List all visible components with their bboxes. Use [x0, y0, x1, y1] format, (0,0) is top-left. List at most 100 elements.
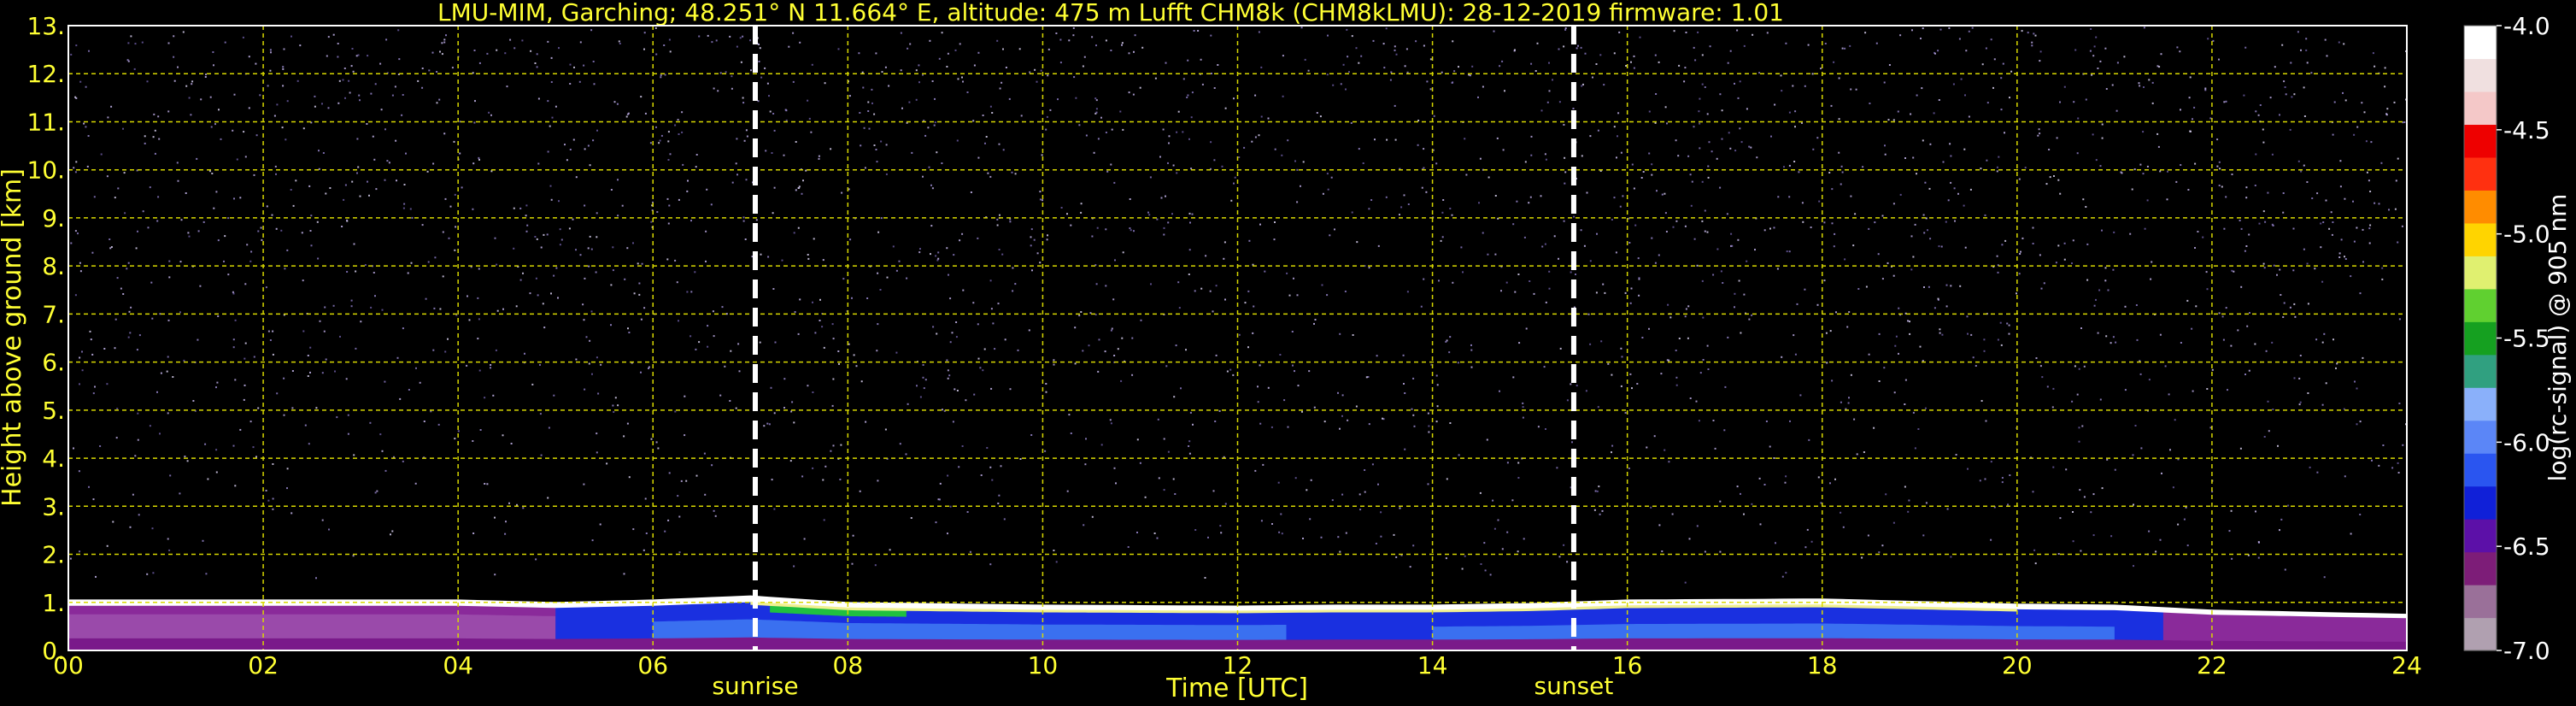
noise-speck: [2059, 517, 2062, 520]
noise-speck: [1415, 40, 1417, 43]
noise-speck: [2079, 489, 2081, 491]
noise-speck: [558, 200, 560, 203]
noise-speck: [1423, 167, 1425, 169]
noise-speck: [1830, 104, 1833, 107]
noise-speck: [2272, 409, 2274, 410]
noise-speck: [1200, 58, 1202, 61]
noise-speck: [1097, 138, 1100, 140]
noise-speck: [2338, 252, 2341, 255]
noise-speck: [486, 52, 489, 55]
noise-speck: [2371, 459, 2373, 462]
x-tick-label: 06: [637, 651, 668, 680]
noise-speck: [1545, 301, 1547, 303]
noise-speck: [575, 249, 577, 251]
noise-speck: [1112, 298, 1115, 301]
noise-speck: [285, 138, 287, 141]
noise-speck: [2368, 227, 2371, 230]
noise-speck: [937, 257, 940, 260]
noise-speck: [2321, 280, 2324, 283]
noise-speck: [374, 83, 377, 85]
noise-speck: [270, 51, 272, 54]
noise-speck: [838, 362, 840, 365]
noise-speck: [1059, 62, 1062, 64]
noise-speck: [954, 388, 956, 391]
noise-speck: [1160, 197, 1163, 199]
noise-speck: [524, 352, 525, 355]
noise-speck: [1084, 463, 1087, 466]
noise-speck: [1947, 199, 1950, 202]
noise-speck: [1428, 431, 1430, 433]
noise-speck: [1307, 69, 1310, 72]
noise-speck: [755, 219, 758, 221]
noise-speck: [1492, 499, 1494, 502]
noise-speck: [667, 159, 670, 161]
noise-speck: [1165, 365, 1168, 368]
noise-speck: [1453, 70, 1456, 73]
noise-speck: [2183, 518, 2186, 521]
noise-speck: [1260, 66, 1263, 68]
noise-speck: [1584, 52, 1587, 55]
noise-speck: [655, 53, 658, 56]
noise-speck: [1182, 78, 1185, 80]
noise-speck: [2095, 298, 2097, 301]
noise-speck: [989, 563, 992, 566]
noise-speck: [202, 221, 205, 223]
noise-speck: [205, 74, 207, 76]
y-tick-label: 11.: [26, 108, 65, 136]
noise-speck: [1658, 61, 1660, 63]
noise-speck: [1898, 352, 1899, 355]
noise-speck: [122, 127, 124, 130]
noise-speck: [832, 444, 835, 447]
noise-speck: [407, 272, 409, 274]
noise-speck: [583, 64, 585, 67]
noise-speck: [880, 217, 883, 220]
noise-speck: [1114, 259, 1116, 262]
noise-speck: [344, 184, 347, 186]
noise-speck: [569, 149, 572, 150]
noise-speck: [2359, 421, 2362, 423]
noise-speck: [88, 50, 90, 52]
noise-speck: [2150, 278, 2152, 280]
noise-speck: [434, 256, 437, 259]
noise-speck: [1380, 535, 1382, 538]
noise-speck: [1734, 306, 1735, 309]
noise-speck: [1322, 192, 1324, 195]
noise-speck: [1701, 180, 1704, 183]
noise-speck: [2292, 269, 2295, 272]
noise-speck: [1996, 166, 1998, 168]
noise-speck: [1801, 202, 1804, 204]
noise-speck: [2216, 165, 2219, 168]
noise-speck: [1480, 563, 1482, 565]
noise-speck: [637, 262, 639, 265]
noise-speck: [1575, 274, 1576, 275]
noise-speck: [1469, 74, 1471, 77]
noise-speck: [2321, 341, 2324, 344]
noise-speck: [1658, 524, 1661, 527]
noise-speck: [1696, 525, 1699, 527]
noise-speck: [2316, 192, 2319, 195]
noise-speck: [2282, 316, 2285, 318]
noise-speck: [346, 271, 349, 273]
noise-speck: [1403, 194, 1405, 197]
noise-speck: [2148, 530, 2151, 532]
noise-speck: [1687, 337, 1689, 339]
colorbar-tick-label: -6.5: [2503, 532, 2550, 561]
noise-speck: [2082, 198, 2085, 201]
noise-speck: [923, 387, 925, 390]
noise-speck: [2020, 250, 2021, 253]
y-tick-label: 12.: [26, 60, 65, 88]
noise-speck: [1828, 172, 1831, 174]
noise-speck: [1435, 421, 1438, 423]
noise-speck: [660, 74, 662, 77]
noise-speck: [1624, 291, 1627, 294]
noise-speck: [490, 364, 492, 366]
x-tick-label: 18: [1807, 651, 1838, 680]
noise-speck: [1281, 532, 1283, 535]
noise-speck: [1786, 250, 1788, 253]
noise-speck: [2139, 85, 2141, 87]
noise-speck: [2314, 268, 2316, 270]
noise-speck: [466, 364, 468, 367]
noise-speck: [2055, 262, 2057, 264]
noise-speck: [979, 367, 982, 369]
noise-speck: [410, 262, 413, 264]
